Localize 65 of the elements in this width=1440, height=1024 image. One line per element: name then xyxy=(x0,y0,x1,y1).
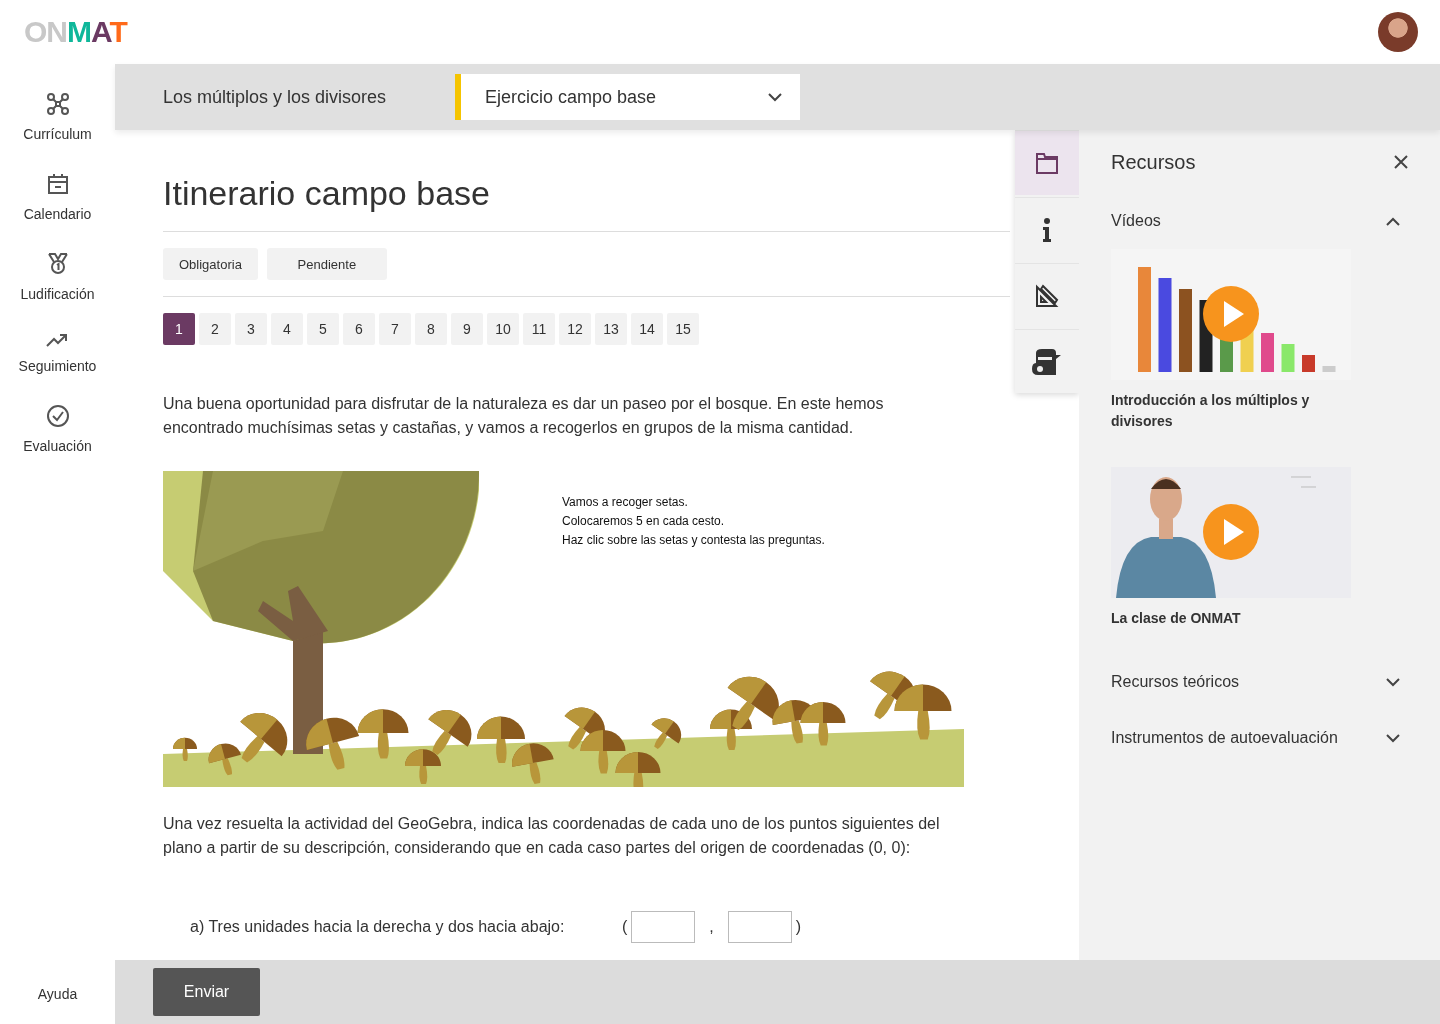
page-button[interactable]: 12 xyxy=(559,313,591,345)
folder-icon xyxy=(1035,151,1059,175)
applet-text: Colocaremos 5 en cada cesto. xyxy=(562,513,726,530)
help-link[interactable]: Ayuda xyxy=(37,986,78,1002)
section-header[interactable]: Vídeos xyxy=(1111,212,1161,230)
check-circle-icon xyxy=(45,404,70,428)
page-title: Itinerario campo base xyxy=(163,174,491,213)
medal-icon xyxy=(45,252,70,276)
tool-button[interactable] xyxy=(1015,329,1079,393)
page-button[interactable]: 3 xyxy=(235,313,267,345)
answer-field[interactable] xyxy=(631,911,696,943)
page-button[interactable]: 9 xyxy=(451,313,483,345)
expand-icon[interactable] xyxy=(1386,677,1400,687)
expand-icon[interactable] xyxy=(1386,733,1400,743)
info-icon xyxy=(1042,217,1052,242)
exercise-dropdown[interactable]: Ejercicio campo base xyxy=(455,74,800,120)
page-button[interactable]: 6 xyxy=(343,313,375,345)
answer-label: a) Tres unidades hacia la derecha y dos hacia abajo: xyxy=(190,918,566,936)
section-header[interactable]: Instrumentos de autoevaluación xyxy=(1111,729,1338,747)
network-icon xyxy=(45,92,70,116)
nav-item[interactable]: Ludificación xyxy=(20,252,95,302)
nav-item[interactable]: Evaluación xyxy=(23,404,92,454)
trend-icon xyxy=(45,332,70,348)
caret-icon[interactable] xyxy=(768,92,782,102)
page-button[interactable]: 2 xyxy=(199,313,231,345)
page-button[interactable]: 4 xyxy=(271,313,303,345)
applet-text: Haz clic sobre las setas y contesta las preguntas. xyxy=(562,532,825,549)
question-text: Una vez resuelta la actividad del GeoGebra, indica las coordenadas de cada uno de los puntos siguientes del plano a partir de su descripción, considerando que en cada caso partes del origen de coordenadas (0, 0): xyxy=(163,814,941,858)
submit-button[interactable]: Enviar xyxy=(153,968,260,1016)
topic-title: Los múltiplos y los divisores xyxy=(163,86,388,108)
paren: ) xyxy=(795,918,802,936)
collapse-icon[interactable] xyxy=(1386,216,1400,226)
page-button[interactable]: 10 xyxy=(487,313,519,345)
intro-text: Una buena oportunidad para disfrutar de la naturaleza es dar un paseo por el bosque. En este hemos encontrado muchísimas setas y castañas, y vamos a recogerlos en grupos de la misma cantidad. xyxy=(163,394,885,438)
tool-button[interactable] xyxy=(1015,263,1079,327)
video-title[interactable]: Introducción a los múltiplos y divisores xyxy=(1111,390,1331,432)
answer-field[interactable] xyxy=(727,911,792,943)
close-icon[interactable] xyxy=(1394,155,1408,169)
status-tag: Pendiente xyxy=(266,248,387,280)
forest-drawing[interactable] xyxy=(163,471,964,787)
page-button[interactable]: 11 xyxy=(523,313,555,345)
tool-button[interactable] xyxy=(1015,197,1079,261)
page-button[interactable]: 13 xyxy=(595,313,627,345)
page-button[interactable]: 7 xyxy=(379,313,411,345)
nav-item[interactable]: Seguimiento xyxy=(18,332,97,374)
ruler-pencil-icon xyxy=(1035,283,1059,308)
applet-text: Vamos a recoger setas. xyxy=(562,494,689,511)
backpack-icon xyxy=(1032,348,1062,375)
page-button[interactable]: 1 xyxy=(163,313,195,345)
page-button[interactable]: 15 xyxy=(667,313,699,345)
panel-title: Recursos xyxy=(1111,150,1196,174)
play-button[interactable] xyxy=(1203,286,1259,342)
nav-item[interactable]: Currículum xyxy=(23,92,92,142)
video-title[interactable]: La clase de ONMAT xyxy=(1111,608,1331,629)
calendar-icon xyxy=(45,172,70,196)
tool-button[interactable] xyxy=(1015,131,1079,195)
status-tag: Obligatoria xyxy=(163,248,258,280)
section-header[interactable]: Recursos teóricos xyxy=(1111,673,1240,691)
user-avatar[interactable] xyxy=(1378,12,1418,52)
page-button[interactable]: 5 xyxy=(307,313,339,345)
page-button[interactable]: 8 xyxy=(415,313,447,345)
nav-item[interactable]: Calendario xyxy=(23,172,92,222)
comma: , xyxy=(709,918,714,936)
page-button[interactable]: 14 xyxy=(631,313,663,345)
paren: ( xyxy=(622,918,628,936)
